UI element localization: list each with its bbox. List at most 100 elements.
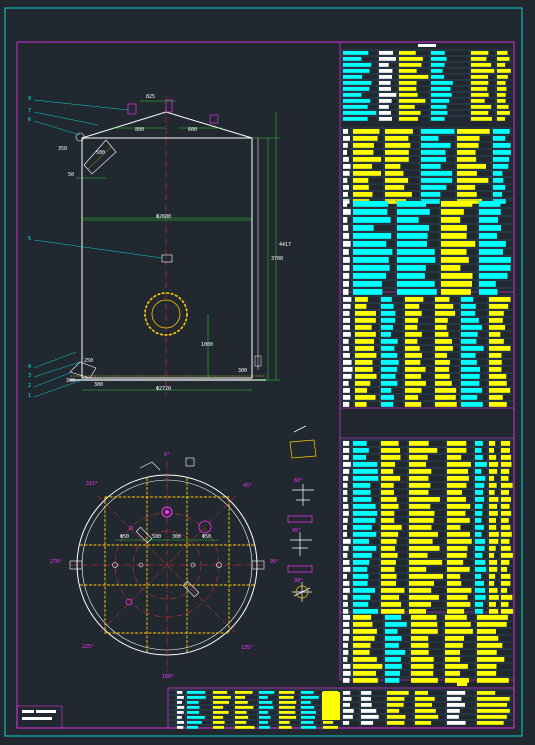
nozzle-row-cell [405, 318, 419, 323]
parts-row-cell [353, 567, 368, 572]
spec-row-cell [397, 217, 419, 223]
parts-row-cell [477, 650, 497, 655]
parts-row-cell [489, 574, 496, 579]
nozzle-row-cell [381, 395, 394, 400]
parts-row-cell [409, 441, 429, 446]
dim-roof-left: 800 [135, 127, 145, 133]
nozzle-row-cell [343, 332, 351, 337]
parts-row-cell [447, 483, 467, 488]
callout-6: 6 [28, 117, 32, 123]
parts-row-cell [501, 574, 511, 579]
parts-row-cell [447, 581, 462, 586]
parts-row-cell [489, 539, 499, 544]
parts-row-cell [411, 657, 434, 662]
spec-row-cell [353, 136, 378, 141]
nozzle-row-cell [343, 395, 351, 400]
spec-row-cell [441, 289, 471, 295]
spec-row-cell [343, 249, 349, 255]
nozzle-row-cell [405, 360, 421, 365]
parts-row-cell [381, 455, 401, 460]
title-row-cell [213, 726, 225, 729]
title-row-cell [279, 711, 296, 714]
spec-row-cell [431, 87, 451, 91]
parts-row-cell [409, 539, 433, 544]
spec-row-cell [343, 241, 351, 247]
parts-row-cell [489, 581, 495, 586]
parts-row-cell [477, 664, 497, 669]
nozzle-row-cell [435, 339, 452, 344]
spec-row-cell [343, 233, 350, 239]
title-row-cell [235, 716, 249, 719]
nozzle-row-cell [381, 381, 398, 386]
title-row-cell [343, 709, 354, 713]
parts-row-cell [475, 483, 485, 488]
spec-row-cell [343, 99, 371, 103]
parts-row-cell [475, 504, 483, 509]
nozzle-row-cell [381, 325, 393, 330]
spec-row-cell [379, 93, 397, 97]
title-row-cell [301, 706, 315, 709]
parts-row-cell [501, 602, 509, 607]
spec-row-cell [353, 225, 374, 231]
parts-row-cell [409, 462, 427, 467]
parts-row-cell [475, 518, 482, 523]
nozzle-row-cell [355, 332, 376, 337]
parts-row-cell [353, 455, 367, 460]
dim-side-350: 350 [58, 146, 68, 152]
spec-row-cell [441, 281, 472, 287]
spec-row-cell [399, 93, 418, 97]
spec-row-cell [343, 93, 362, 97]
nozzle-row-cell [381, 353, 398, 358]
nozzle-row-cell [355, 402, 367, 407]
spec-row-cell [421, 164, 441, 169]
title-row-cell [259, 696, 268, 699]
spec-row-cell [493, 143, 511, 148]
spec-row-cell [497, 75, 508, 79]
parts-row-cell [501, 553, 513, 558]
dim-manhole-w: 500 [96, 150, 106, 156]
parts-row-cell [475, 560, 486, 565]
title-row-cell [477, 709, 510, 713]
spec-row-cell [343, 273, 350, 279]
parts-row-cell [409, 518, 434, 523]
spec-row-cell [343, 192, 348, 197]
parts-row-cell [343, 511, 349, 516]
parts-row-cell [477, 671, 497, 676]
nozzle-row-cell [489, 332, 501, 337]
dim-roof-right: 600 [188, 127, 198, 133]
nozzle-row-cell [381, 311, 396, 316]
dim-height-total: 4417 [279, 242, 292, 248]
parts-row-cell [411, 636, 429, 641]
nozzle-row-cell [355, 339, 375, 344]
spec-row-cell [353, 217, 391, 223]
title-row-cell [415, 721, 432, 725]
nozzle-row-cell [489, 304, 509, 309]
parts-row-cell [475, 532, 482, 537]
parts-row-cell [381, 483, 394, 488]
dim-diameter-inner: Φ2600 [156, 214, 172, 220]
parts-row-cell [501, 448, 510, 453]
spec-row-cell [353, 265, 390, 271]
nozzle-row-cell [381, 374, 396, 379]
callout-7: 7 [28, 108, 32, 114]
parts-row-cell [489, 441, 496, 446]
spec-row-cell [479, 257, 511, 263]
parts-row-cell [343, 469, 350, 474]
nozzle-row-cell [343, 339, 349, 344]
parts-row-cell [447, 539, 472, 544]
spec-row-cell [379, 87, 391, 91]
parts-row-cell [447, 441, 467, 446]
parts-row-cell [343, 546, 349, 551]
spec-row-cell [457, 157, 477, 162]
nozzle-row-cell [435, 346, 453, 351]
title-row-cell [387, 715, 406, 719]
spec-row-cell [353, 233, 392, 239]
spec-row-cell [431, 99, 450, 103]
parts-row-cell [475, 574, 482, 579]
spec-row-cell [399, 99, 426, 103]
title-row-cell [343, 703, 351, 707]
nozzle-row-cell [343, 325, 351, 330]
nozzle-row-cell [435, 304, 454, 309]
title-row-cell [301, 716, 315, 719]
parts-row-cell [501, 588, 508, 593]
